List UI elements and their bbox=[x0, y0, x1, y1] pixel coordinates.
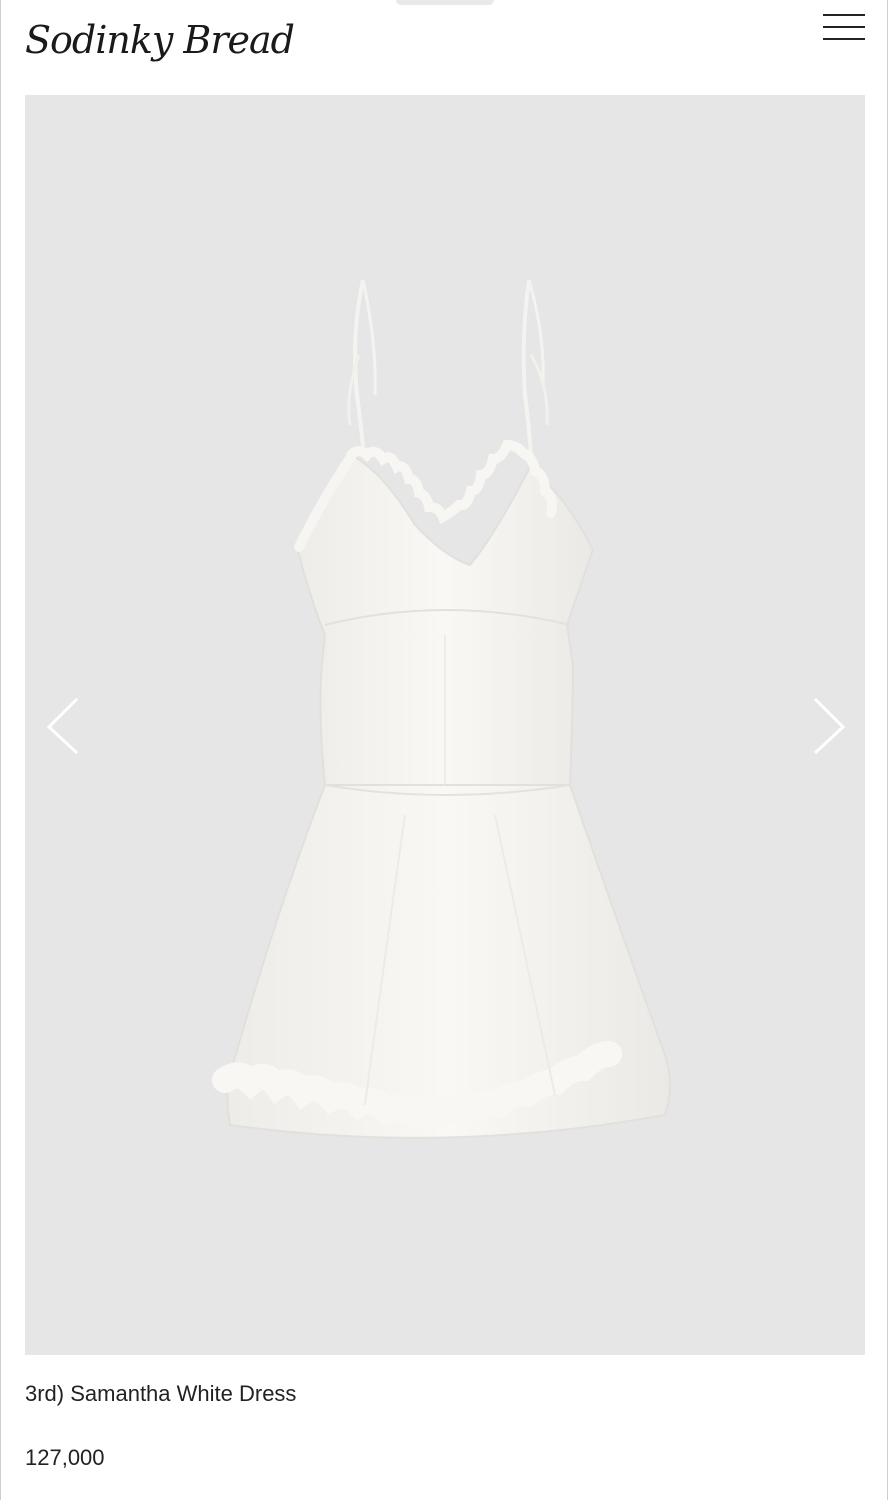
product-title: 3rd) Samantha White Dress bbox=[25, 1381, 297, 1406]
site-header: Sodinky Bread bbox=[1, 0, 888, 92]
product-price: 127,000 bbox=[25, 1445, 105, 1470]
chevron-left-icon bbox=[46, 697, 79, 755]
white-dress-image bbox=[212, 279, 671, 1139]
chevron-right-icon bbox=[813, 697, 846, 755]
gallery-prev-button[interactable] bbox=[41, 695, 101, 755]
gallery-next-button[interactable] bbox=[793, 695, 853, 755]
brand-logo[interactable]: Sodinky Bread bbox=[25, 10, 295, 70]
hamburger-menu-icon[interactable] bbox=[821, 12, 867, 44]
product-image-gallery[interactable] bbox=[25, 95, 865, 1355]
